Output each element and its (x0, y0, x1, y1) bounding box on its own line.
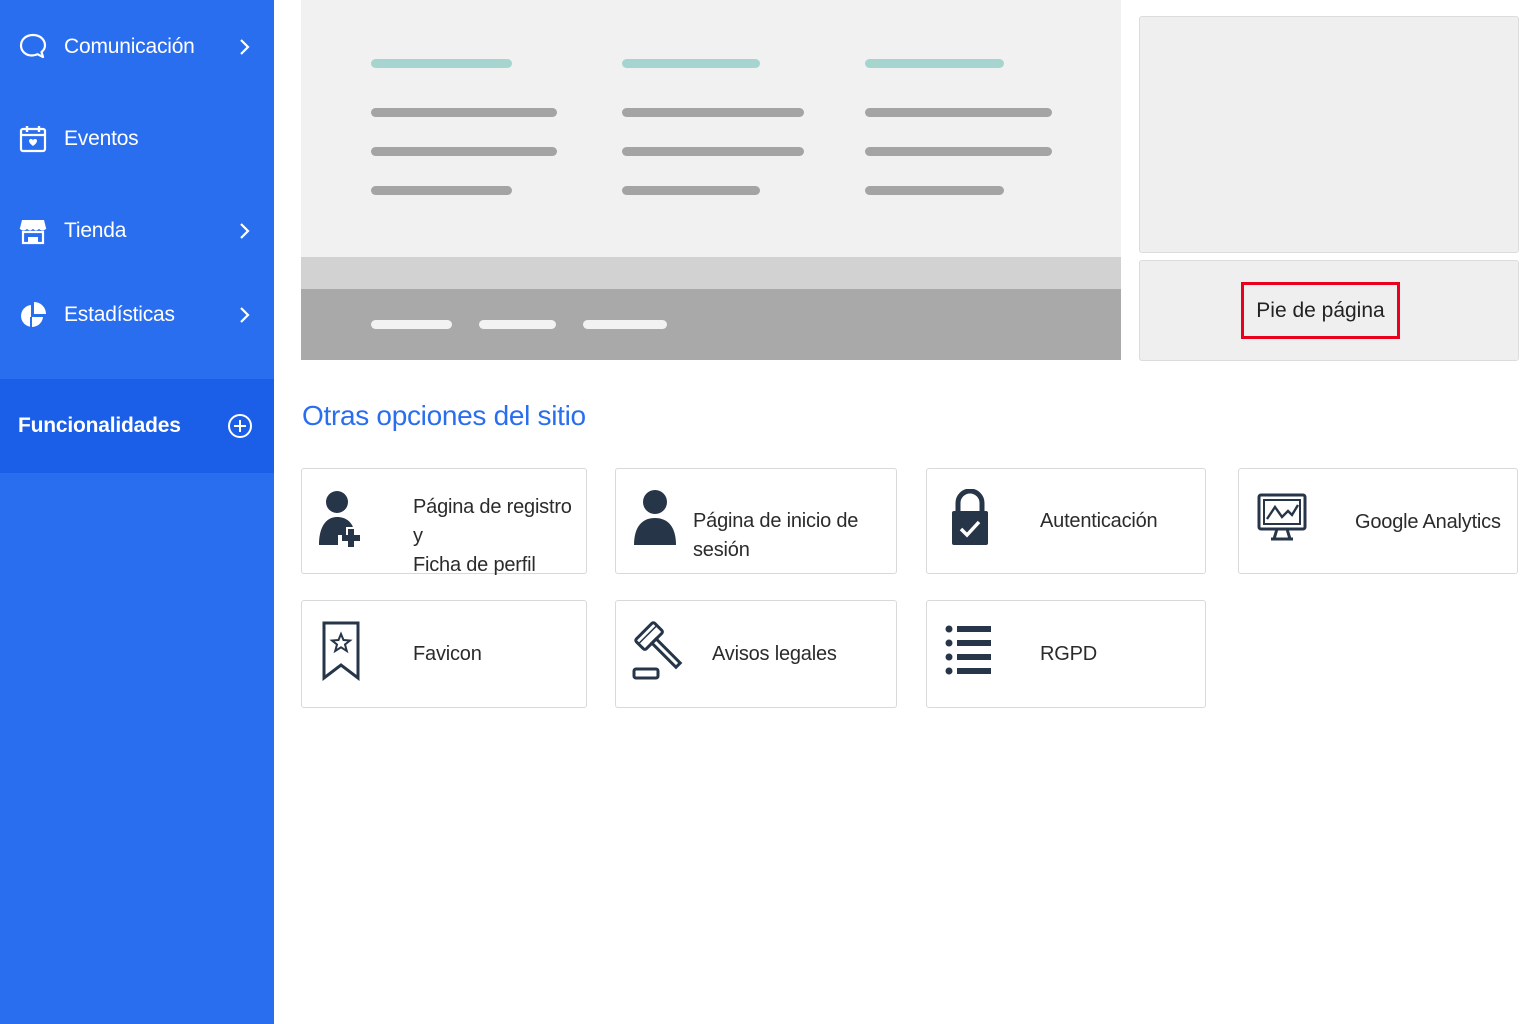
card-inicio-sesion[interactable]: Página de inicio de sesión (615, 468, 897, 574)
placeholder-bar (622, 108, 804, 117)
card-rgpd[interactable]: RGPD (926, 600, 1206, 708)
chat-bubble-icon (18, 32, 48, 62)
card-label: Ficha de perfil (413, 554, 536, 576)
footer-option-button[interactable]: Pie de página (1241, 282, 1400, 339)
card-label: RGPD (1040, 643, 1097, 665)
section-title: Otras opciones del sitio (302, 400, 586, 431)
gavel-icon (632, 621, 683, 680)
card-registro-perfil[interactable]: Página de registro y Ficha de perfil (301, 468, 587, 576)
placeholder-bar (622, 59, 760, 68)
card-label: Página de registro y (413, 496, 572, 547)
user-icon (634, 490, 676, 545)
placeholder-bar (865, 59, 1004, 68)
store-icon (18, 216, 48, 246)
sidebar-item-eventos[interactable]: Eventos (0, 109, 274, 169)
list-icon (945, 625, 991, 675)
card-google-analytics[interactable]: Google Analytics (1238, 468, 1518, 574)
plus-circle-icon[interactable] (226, 412, 254, 440)
sidebar-item-label: Comunicación (64, 35, 195, 58)
calendar-icon (18, 124, 48, 154)
bookmark-star-icon (322, 621, 360, 681)
placeholder-bar (865, 147, 1052, 156)
placeholder-bar (479, 320, 556, 329)
card-autenticacion[interactable]: Autenticación (926, 468, 1206, 574)
card-avisos-legales[interactable]: Avisos legales (615, 600, 897, 708)
sidebar-item-estadisticas[interactable]: Estadísticas (0, 285, 274, 345)
card-label: Google Analytics (1355, 511, 1501, 533)
analytics-monitor-icon (1257, 493, 1307, 541)
card-label: Avisos legales (712, 643, 837, 665)
sidebar-item-comunicacion[interactable]: Comunicación (0, 17, 274, 77)
placeholder-bar (371, 320, 452, 329)
placeholder-bar (371, 147, 557, 156)
chevron-right-icon (240, 307, 250, 323)
card-label: Autenticación (1040, 510, 1158, 532)
placeholder-bar (371, 186, 512, 195)
placeholder-bar (865, 108, 1052, 117)
sidebar-item-tienda[interactable]: Tienda (0, 201, 274, 261)
chevron-right-icon (240, 223, 250, 239)
sidebar-item-label: Eventos (64, 127, 139, 150)
sidebar-item-label: Tienda (64, 219, 127, 242)
card-label: Favicon (413, 643, 482, 665)
sidebar-item-funcionalidades[interactable]: Funcionalidades (0, 379, 274, 473)
preview-footer-band (301, 289, 1121, 360)
placeholder-bar (865, 186, 1004, 195)
pie-chart-icon (18, 300, 48, 330)
preview-band (301, 257, 1121, 289)
card-label: Página de inicio de sesión (693, 510, 859, 561)
sidebar: Comunicación Eventos Tienda Estadísticas… (0, 0, 274, 1024)
placeholder-bar (371, 108, 557, 117)
placeholder-bar (622, 186, 760, 195)
footer-preview (301, 0, 1121, 360)
card-favicon[interactable]: Favicon (301, 600, 587, 708)
sidebar-item-label: Estadísticas (64, 303, 175, 326)
placeholder-bar (622, 147, 804, 156)
sidebar-item-label: Funcionalidades (18, 414, 181, 437)
preview-side-panel (1139, 16, 1519, 253)
user-add-icon (319, 491, 360, 547)
placeholder-bar (371, 59, 512, 68)
lock-icon (952, 489, 988, 545)
chevron-right-icon (240, 39, 250, 55)
placeholder-bar (583, 320, 667, 329)
